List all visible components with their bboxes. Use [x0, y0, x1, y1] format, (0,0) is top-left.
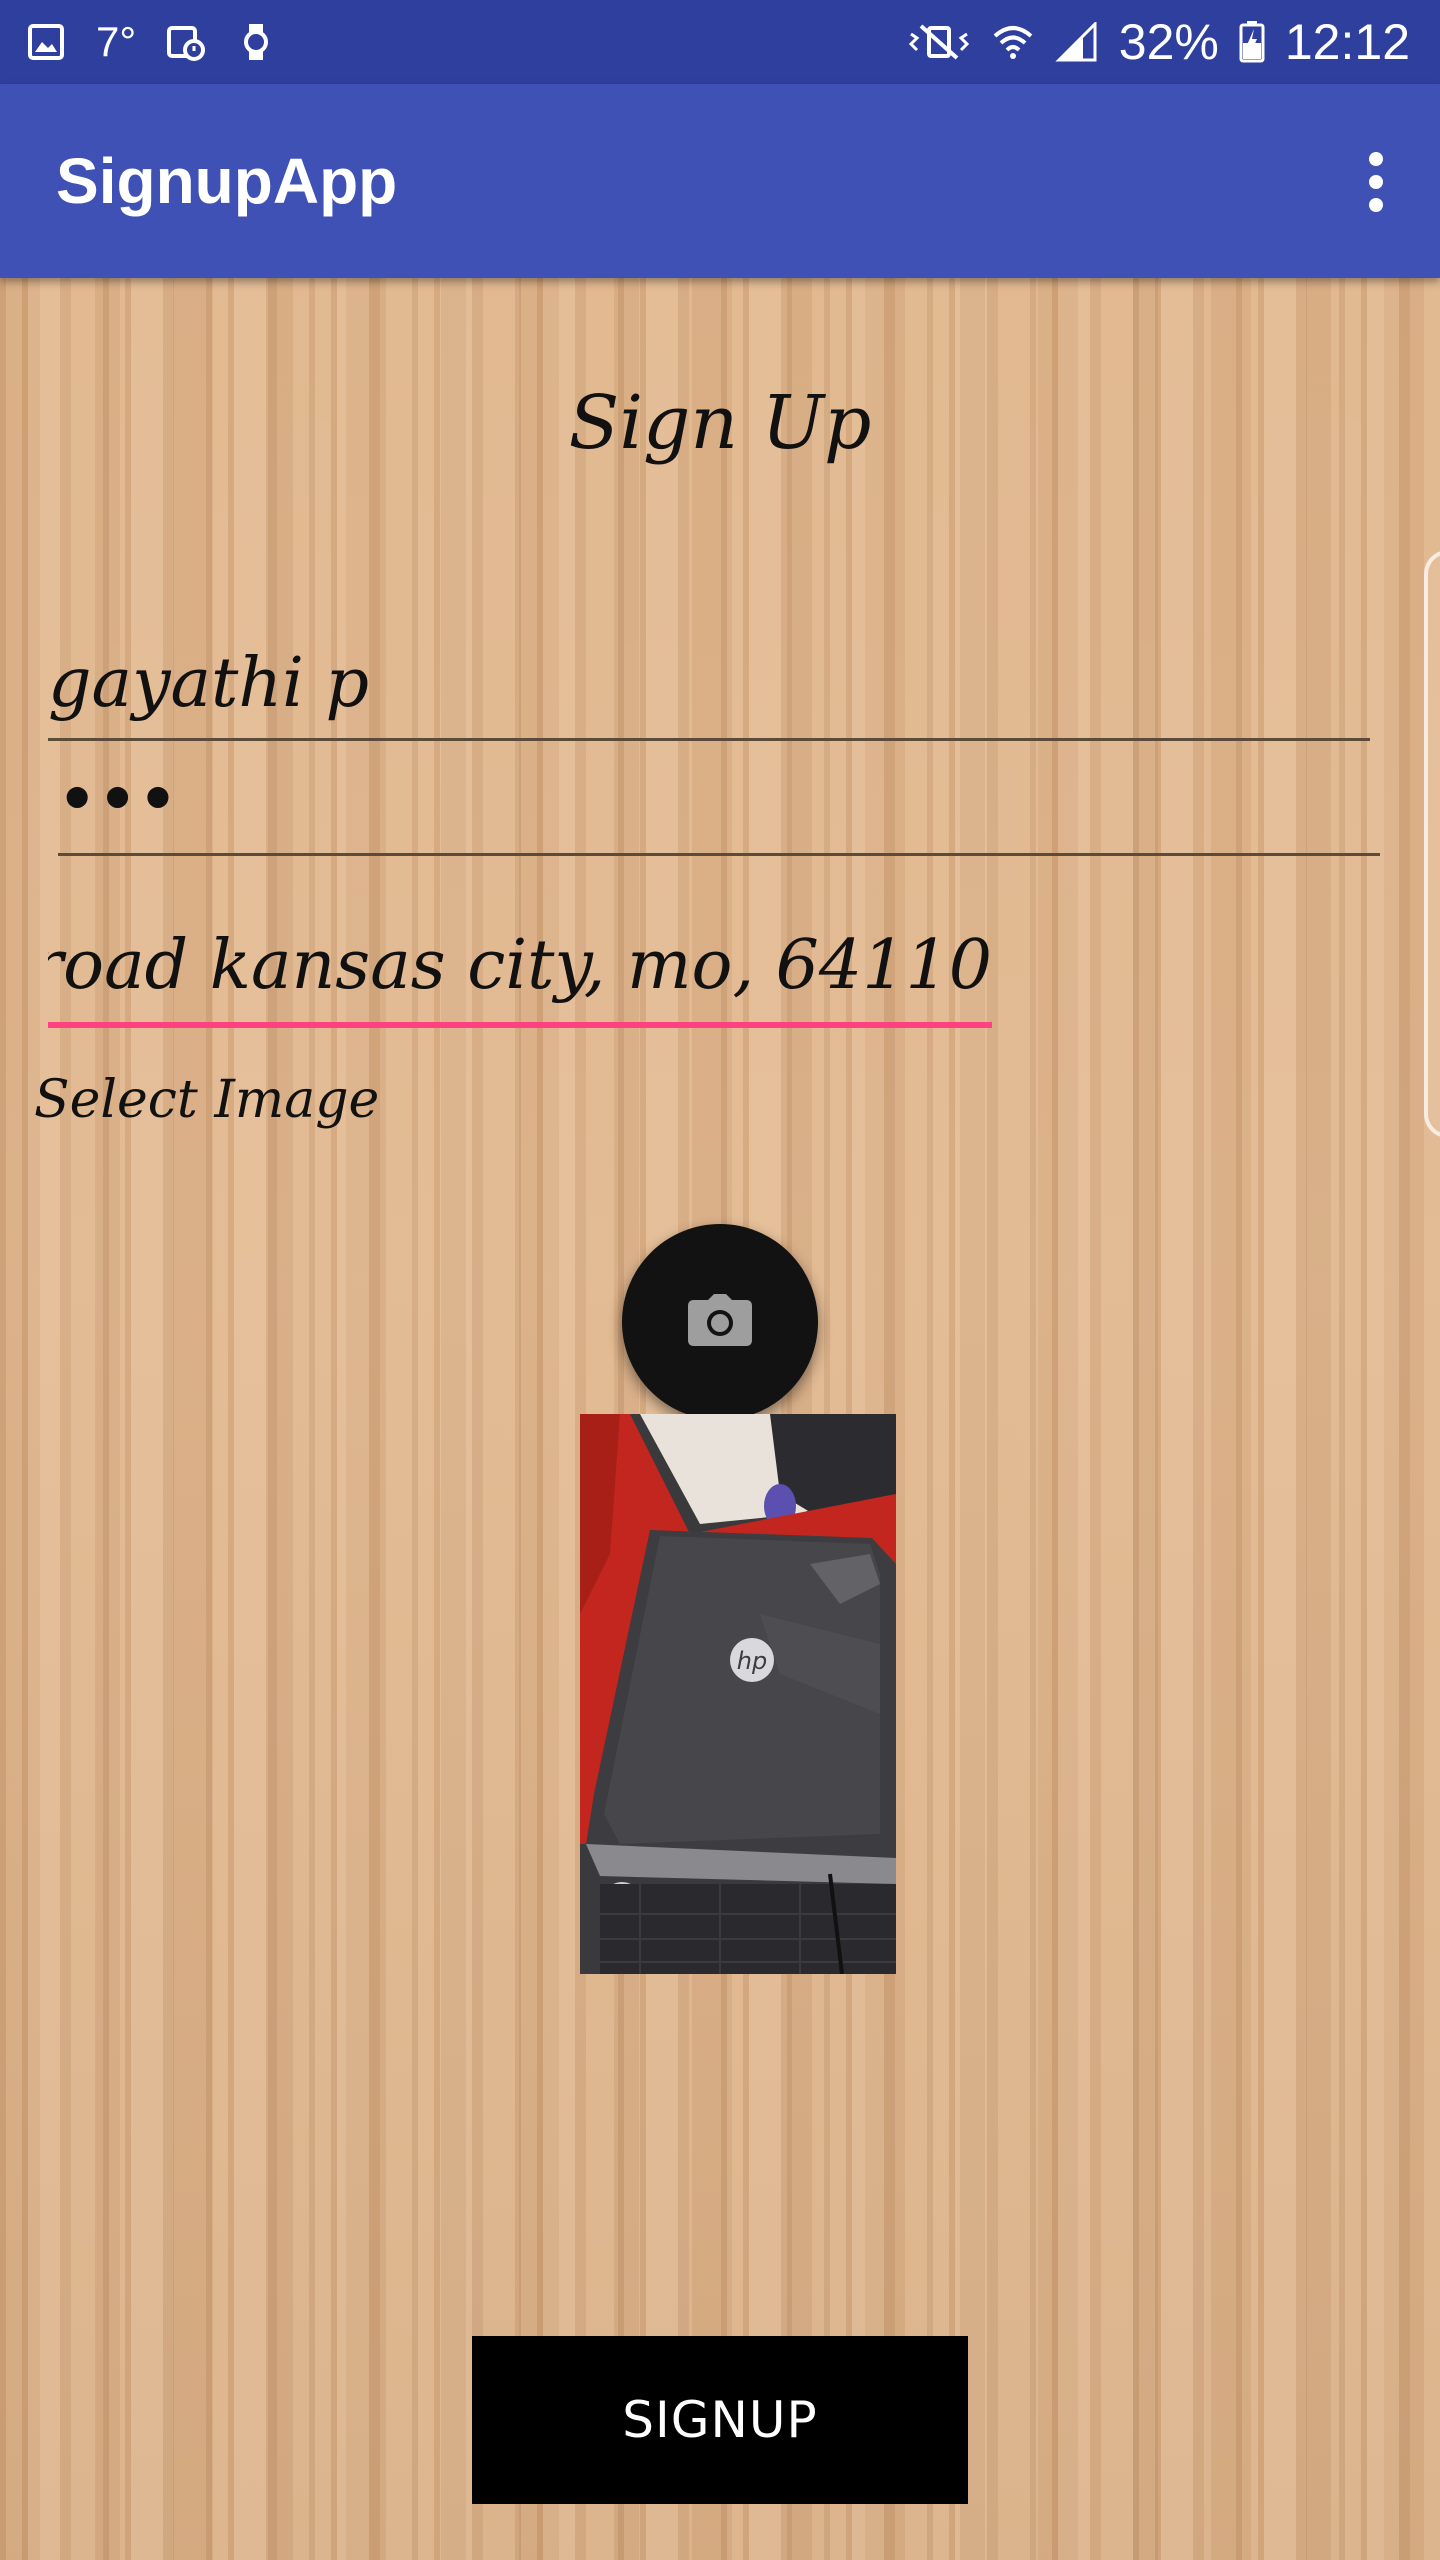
app-title: SignupApp: [56, 145, 398, 217]
svg-text:hp: hp: [737, 1647, 767, 1675]
password-field[interactable]: •••: [58, 760, 1378, 840]
signal-icon: [1055, 22, 1099, 62]
name-field[interactable]: gayathi p: [48, 634, 1368, 734]
clock-time: 12:12: [1284, 14, 1410, 70]
address-field[interactable]: rockhill road kansas city, mo, 64110: [48, 916, 992, 1016]
status-bar-left: 7°: [26, 16, 276, 68]
calendar-clock-icon: [166, 22, 206, 62]
status-bar-right: 32% 12:12: [907, 12, 1410, 72]
temperature-text: 7°: [96, 18, 137, 65]
battery-percent: 32%: [1118, 14, 1219, 70]
page-title: Sign Up: [568, 380, 872, 466]
overflow-dot: [1369, 152, 1383, 166]
vibrate-icon: [907, 22, 971, 62]
address-field-underline-focused: [48, 1022, 992, 1028]
overflow-dot: [1369, 175, 1383, 189]
password-field-underline: [58, 853, 1380, 856]
name-field-underline: [48, 738, 1370, 741]
battery-charging-icon: [1239, 21, 1265, 63]
camera-button[interactable]: [622, 1224, 818, 1420]
app-bar: SignupApp: [0, 84, 1440, 278]
select-image-label: Select Image: [34, 1070, 380, 1130]
address-field-text: rockhill road kansas city, mo, 64110: [48, 926, 992, 1005]
selected-photo: hp: [580, 1414, 896, 1974]
camera-icon: [688, 1293, 752, 1351]
image-icon: [26, 22, 66, 62]
overflow-dot: [1369, 198, 1383, 212]
edge-panel-handle[interactable]: [1424, 550, 1440, 1138]
status-bar: 7° 32% 12:12: [0, 0, 1440, 84]
watch-icon: [236, 22, 276, 62]
more-vert-icon[interactable]: [1346, 144, 1406, 220]
signup-button[interactable]: SIGNUP: [472, 2336, 968, 2504]
wifi-icon: [991, 22, 1035, 62]
